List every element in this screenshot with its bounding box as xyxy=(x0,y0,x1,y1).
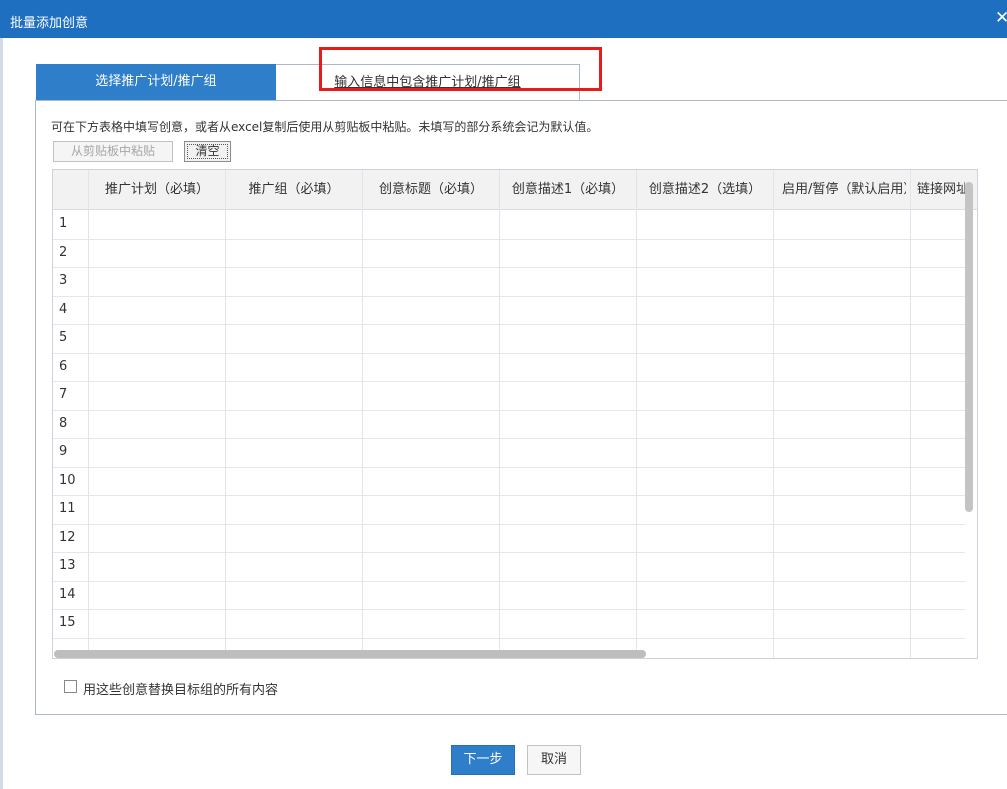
row-divider xyxy=(53,324,965,325)
creative-input-table[interactable]: 推广计划（必填） 推广组（必填） 创意标题（必填） 创意描述1（必填） 创意描述… xyxy=(52,169,978,659)
row-number: 6 xyxy=(59,358,68,374)
row-divider xyxy=(53,409,965,411)
row-number: 14 xyxy=(59,586,76,602)
close-icon[interactable]: ✕ xyxy=(995,8,1007,28)
row-number: 7 xyxy=(59,387,68,402)
column-divider xyxy=(773,170,774,658)
window-edge xyxy=(0,38,3,789)
dialog-title-bar: 批量添加创意 ✕ xyxy=(0,0,1007,38)
row-number: 9 xyxy=(59,444,68,459)
cancel-button[interactable]: 取消 xyxy=(527,745,581,775)
column-header-title: 创意标题（必填） xyxy=(378,182,483,197)
table-header: 推广计划（必填） 推广组（必填） 创意标题（必填） 创意描述1（必填） 创意描述… xyxy=(53,170,977,210)
column-header-desc1: 创意描述1（必填） xyxy=(511,182,625,197)
column-divider xyxy=(88,170,89,658)
column-header-status: 启用/暂停（默认启用） xyxy=(782,182,906,197)
row-number: 8 xyxy=(59,415,68,431)
row-number: 12 xyxy=(59,529,76,545)
row-number: 3 xyxy=(59,273,68,288)
paste-from-clipboard-button[interactable]: 从剪贴板中粘贴 xyxy=(53,141,173,162)
row-divider xyxy=(53,552,965,553)
row-number: 13 xyxy=(59,558,76,573)
dialog: 批量添加创意 ✕ 选择推广计划/推广组 输入信息中包含推广计划/推广组 可在下方… xyxy=(0,0,1007,789)
clear-button[interactable]: 清空 xyxy=(184,141,231,162)
row-divider xyxy=(53,495,965,496)
row-divider xyxy=(53,267,965,268)
replace-content-label: 用这些创意替换目标组的所有内容 xyxy=(83,683,279,698)
dialog-title: 批量添加创意 xyxy=(10,16,89,31)
column-divider xyxy=(225,170,226,658)
row-number: 10 xyxy=(59,472,76,488)
tab-input-contains-plan-group[interactable]: 输入信息中包含推广计划/推广组 xyxy=(276,64,580,100)
row-divider xyxy=(53,466,965,468)
column-header-group: 推广组（必填） xyxy=(248,182,340,197)
row-divider xyxy=(53,438,965,439)
column-divider xyxy=(910,170,911,658)
row-number: 11 xyxy=(59,501,76,516)
row-divider xyxy=(53,381,965,382)
row-divider xyxy=(53,609,965,610)
horizontal-scrollbar[interactable] xyxy=(54,650,646,658)
column-header-plan: 推广计划（必填） xyxy=(104,182,209,197)
row-number: 5 xyxy=(59,330,68,345)
row-divider xyxy=(53,238,965,240)
row-divider xyxy=(53,580,965,582)
row-number: 2 xyxy=(59,244,68,260)
row-number: 4 xyxy=(59,301,68,317)
row-number: 15 xyxy=(59,615,76,630)
column-divider xyxy=(362,170,363,658)
replace-content-checkbox[interactable] xyxy=(64,680,77,693)
next-step-button[interactable]: 下一步 xyxy=(451,745,515,775)
tab-select-plan-group[interactable]: 选择推广计划/推广组 xyxy=(36,64,276,100)
row-divider xyxy=(53,637,965,639)
row-divider xyxy=(53,352,965,354)
row-divider xyxy=(53,523,965,525)
column-divider xyxy=(499,170,500,658)
row-divider xyxy=(53,295,965,297)
column-header-desc2: 创意描述2（选填） xyxy=(648,182,762,197)
instruction-text: 可在下方表格中填写创意，或者从excel复制后使用从剪贴板中粘贴。未填写的部分系… xyxy=(51,120,599,134)
column-divider xyxy=(636,170,637,658)
vertical-scrollbar[interactable] xyxy=(965,182,973,512)
column-header-url: 链接网址 xyxy=(917,182,965,197)
row-number: 1 xyxy=(59,216,68,231)
